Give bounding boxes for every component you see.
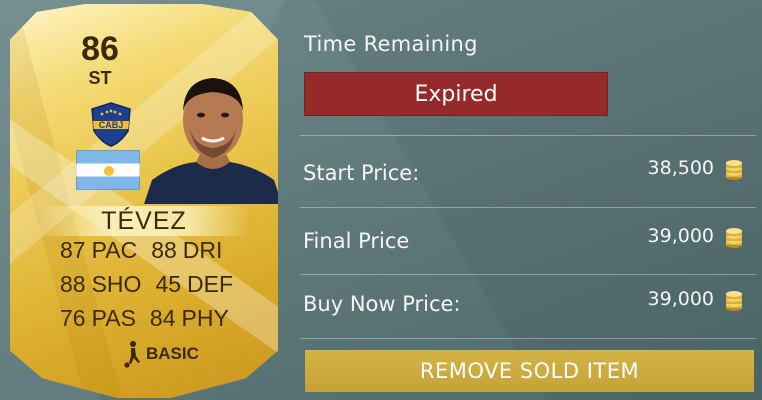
buy-now-price-row: Buy Now Price: 39,000 [300, 286, 756, 326]
start-price-value: 38,500 [647, 157, 714, 179]
stat-value: 45 [155, 271, 182, 297]
player-rating: 86 [81, 30, 119, 68]
stat-pace: 87 PAC [60, 235, 137, 265]
coins-icon [726, 228, 742, 248]
stat-label: DRI [182, 237, 223, 263]
club-badge-icon: CABJ [91, 102, 131, 147]
stat-label: PAC [91, 237, 138, 263]
stat-label: SHO [91, 271, 142, 297]
time-remaining-label: Time Remaining [304, 32, 478, 56]
final-price-label: Final Price [303, 229, 410, 253]
stat-value: 88 [151, 237, 177, 263]
stat-value: 88 [60, 271, 86, 297]
stat-shooting: 88 SHO [60, 269, 141, 299]
stat-row: 87 PAC 88 DRI [60, 235, 270, 265]
club-badge-text: CABJ [99, 120, 124, 130]
buy-now-price-label: Buy Now Price: [303, 292, 461, 316]
divider [300, 135, 756, 136]
stat-physical: 84 PHY [150, 303, 229, 333]
stat-row: 76 PAS 84 PHY [60, 303, 270, 333]
divider [300, 207, 756, 208]
stat-value: 87 [60, 237, 86, 263]
remove-sold-item-button[interactable]: REMOVE SOLD ITEM [305, 350, 754, 392]
coins-icon [726, 291, 742, 311]
flag-sun-icon [104, 166, 114, 176]
divider [300, 274, 756, 275]
stat-label: PHY [181, 305, 229, 331]
divider [300, 338, 756, 339]
final-price-value: 39,000 [647, 225, 714, 247]
player-photo [144, 78, 278, 204]
stat-passing: 76 PAS [60, 303, 136, 333]
chemistry-style-label: BASIC [146, 344, 199, 363]
stat-value: 84 [149, 305, 176, 331]
stat-value: 76 [60, 305, 86, 331]
status-text: Expired [414, 81, 498, 107]
stat-row: 88 SHO 45 DEF [60, 269, 270, 299]
coins-icon [726, 160, 742, 180]
player-kicking-icon [124, 341, 140, 368]
buy-now-price-value: 39,000 [647, 288, 714, 310]
stat-label: DEF [187, 271, 234, 297]
auction-info-panel: Time Remaining Expired Start Price: 38,5… [300, 0, 762, 400]
player-card[interactable]: 86 ST CABJ TÉVEZ 87 PAC 88 DRI 88 SHO 45… [10, 4, 278, 398]
final-price-row: Final Price 39,000 [300, 223, 756, 263]
nation-flag-argentina-icon [76, 150, 140, 190]
stat-defending: 45 DEF [155, 269, 233, 299]
chemistry-style: BASIC [122, 339, 199, 369]
player-position: ST [88, 68, 112, 88]
stat-dribbling: 88 DRI [151, 235, 222, 265]
status-badge: Expired [304, 72, 608, 116]
player-name: TÉVEZ [101, 207, 187, 235]
start-price-row: Start Price: 38,500 [300, 155, 756, 195]
stat-label: PAS [91, 305, 136, 331]
start-price-label: Start Price: [303, 161, 420, 185]
